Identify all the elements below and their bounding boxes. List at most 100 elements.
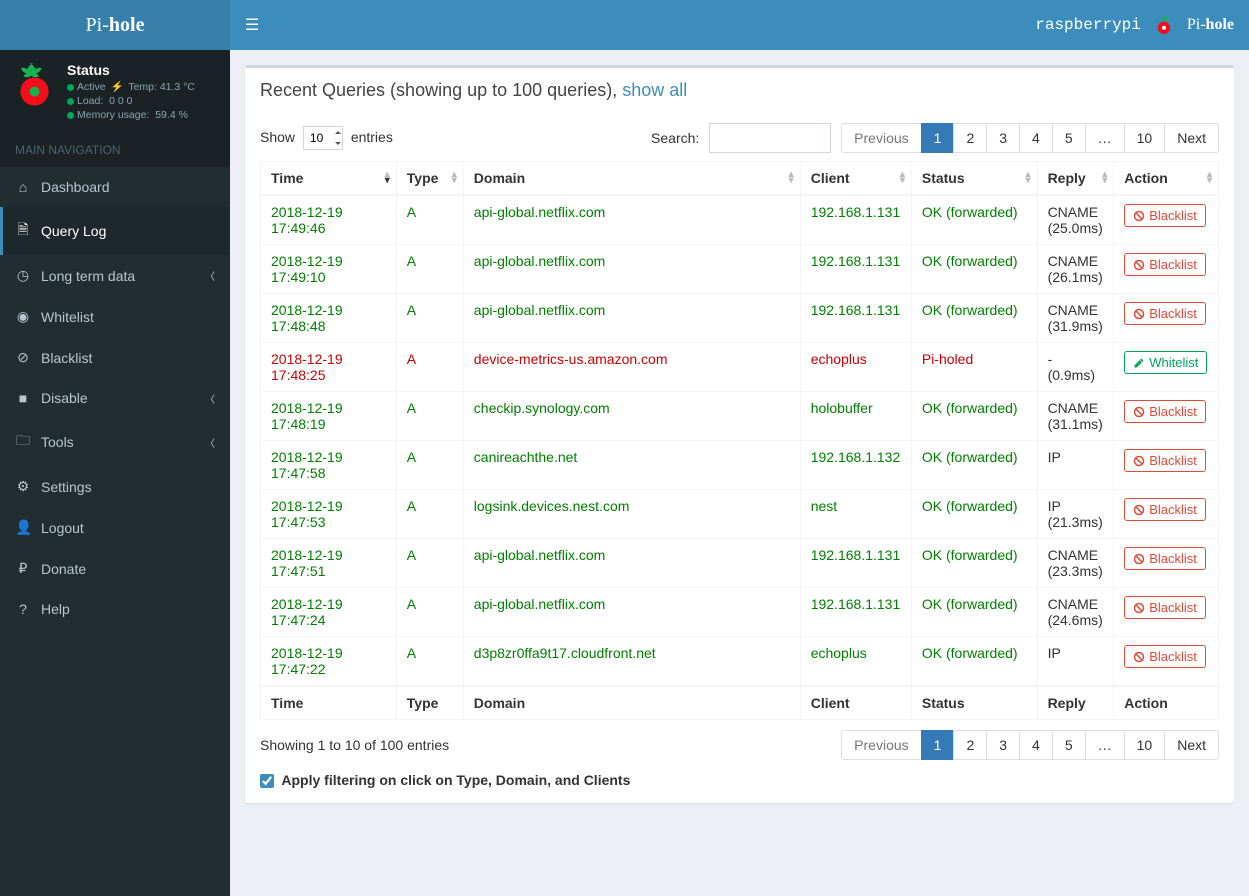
cell-client[interactable]: echoplus [800, 637, 911, 687]
cell-type[interactable]: A [396, 490, 463, 539]
logo[interactable]: Pi-hole [0, 0, 230, 50]
sidebar-item-blacklist[interactable]: ⊘Blacklist [0, 337, 230, 378]
blacklist-button[interactable]: Blacklist [1124, 302, 1206, 325]
blacklist-button[interactable]: Blacklist [1124, 400, 1206, 423]
page-3[interactable]: 3 [986, 730, 1020, 760]
cell-time[interactable]: 2018-12-19 17:47:24 [261, 588, 397, 637]
cell-domain[interactable]: api-global.netflix.com [463, 195, 800, 245]
cell-domain[interactable]: api-global.netflix.com [463, 539, 800, 588]
page-5[interactable]: 5 [1052, 123, 1086, 153]
length-select[interactable]: 10 [303, 126, 343, 150]
col-type[interactable]: Type▴▾ [396, 162, 463, 196]
cell-client[interactable]: holobuffer [800, 392, 911, 441]
sidebar-item-longterm[interactable]: ◷Long term data〈 [0, 255, 230, 296]
cell-time[interactable]: 2018-12-19 17:47:22 [261, 637, 397, 687]
cell-time[interactable]: 2018-12-19 17:49:46 [261, 195, 397, 245]
col-reply[interactable]: Reply▴▾ [1037, 162, 1114, 196]
blacklist-button[interactable]: Blacklist [1124, 645, 1206, 668]
cell-domain[interactable]: api-global.netflix.com [463, 294, 800, 343]
cell-type[interactable]: A [396, 294, 463, 343]
sidebar-item-settings[interactable]: ⚙Settings [0, 466, 230, 507]
sidebar-item-disable[interactable]: ■Disable〈 [0, 378, 230, 418]
page-3[interactable]: 3 [986, 123, 1020, 153]
cell-client[interactable]: 192.168.1.132 [800, 441, 911, 490]
cell-time[interactable]: 2018-12-19 17:48:19 [261, 392, 397, 441]
blacklist-button[interactable]: Blacklist [1124, 547, 1206, 570]
table-row: 2018-12-19 17:49:10Aapi-global.netflix.c… [261, 245, 1219, 294]
page-5[interactable]: 5 [1052, 730, 1086, 760]
blacklist-button[interactable]: Blacklist [1124, 204, 1206, 227]
cell-domain[interactable]: device-metrics-us.amazon.com [463, 343, 800, 392]
cell-time[interactable]: 2018-12-19 17:48:48 [261, 294, 397, 343]
cell-domain[interactable]: api-global.netflix.com [463, 245, 800, 294]
cell-time[interactable]: 2018-12-19 17:49:10 [261, 245, 397, 294]
col-time[interactable]: Time▴▾ [261, 162, 397, 196]
cell-client[interactable]: 192.168.1.131 [800, 245, 911, 294]
sidebar-item-tools[interactable]: 🗀Tools〈 [0, 418, 230, 466]
cell-client[interactable]: 192.168.1.131 [800, 294, 911, 343]
cell-type[interactable]: A [396, 343, 463, 392]
page-2[interactable]: 2 [953, 123, 987, 153]
whitelist-button[interactable]: Whitelist [1124, 351, 1207, 374]
col-action[interactable]: Action▴▾ [1114, 162, 1219, 196]
cell-type[interactable]: A [396, 588, 463, 637]
sidebar-item-querylog[interactable]: 🗎Query Log [0, 207, 230, 255]
sidebar-item-logout[interactable]: 👤Logout [0, 507, 230, 548]
sidebar-item-dashboard[interactable]: ⌂Dashboard [0, 167, 230, 207]
page-next[interactable]: Next [1164, 730, 1219, 760]
apply-filter-row: Apply filtering on click on Type, Domain… [260, 772, 1219, 788]
col-status[interactable]: Status▴▾ [911, 162, 1037, 196]
page-10[interactable]: 10 [1124, 730, 1166, 760]
cell-domain[interactable]: d3p8zr0ffa9t17.cloudfront.net [463, 637, 800, 687]
page-2[interactable]: 2 [953, 730, 987, 760]
col-client[interactable]: Client▴▾ [800, 162, 911, 196]
page-prev[interactable]: Previous [841, 730, 921, 760]
sidebar-item-donate[interactable]: ₽Donate [0, 548, 230, 589]
cell-domain[interactable]: logsink.devices.nest.com [463, 490, 800, 539]
cell-type[interactable]: A [396, 392, 463, 441]
page-4[interactable]: 4 [1019, 730, 1053, 760]
cell-type[interactable]: A [396, 539, 463, 588]
show-all-link[interactable]: show all [622, 80, 687, 100]
nav-header: MAIN NAVIGATION [0, 133, 230, 167]
nav-label: Help [41, 601, 70, 617]
col-domain[interactable]: Domain▴▾ [463, 162, 800, 196]
brand-label[interactable]: Pi-hole [1187, 16, 1234, 34]
page-prev[interactable]: Previous [841, 123, 921, 153]
cell-domain[interactable]: checkip.synology.com [463, 392, 800, 441]
foot-reply: Reply [1037, 686, 1114, 720]
cell-reply: CNAME (31.1ms) [1037, 392, 1114, 441]
cell-type[interactable]: A [396, 441, 463, 490]
sidebar-toggle[interactable]: ☰ [245, 15, 259, 35]
cell-client[interactable]: 192.168.1.131 [800, 539, 911, 588]
search-input[interactable] [709, 123, 831, 153]
cell-domain[interactable]: api-global.netflix.com [463, 588, 800, 637]
nav-label: Long term data [41, 268, 135, 284]
cell-domain[interactable]: canireachthe.net [463, 441, 800, 490]
page-4[interactable]: 4 [1019, 123, 1053, 153]
apply-filter-checkbox[interactable] [260, 774, 274, 788]
cell-time[interactable]: 2018-12-19 17:47:53 [261, 490, 397, 539]
cell-time[interactable]: 2018-12-19 17:47:58 [261, 441, 397, 490]
blacklist-button[interactable]: Blacklist [1124, 498, 1206, 521]
page-10[interactable]: 10 [1124, 123, 1166, 153]
cell-type[interactable]: A [396, 637, 463, 687]
cell-type[interactable]: A [396, 195, 463, 245]
page-1[interactable]: 1 [921, 123, 955, 153]
pihole-logo-icon [12, 62, 57, 107]
page-next[interactable]: Next [1164, 123, 1219, 153]
page-1[interactable]: 1 [921, 730, 955, 760]
cell-client[interactable]: nest [800, 490, 911, 539]
cell-client[interactable]: 192.168.1.131 [800, 588, 911, 637]
cell-time[interactable]: 2018-12-19 17:47:51 [261, 539, 397, 588]
hostname: raspberrypi [1035, 16, 1141, 34]
cell-client[interactable]: echoplus [800, 343, 911, 392]
blacklist-button[interactable]: Blacklist [1124, 253, 1206, 276]
cell-client[interactable]: 192.168.1.131 [800, 195, 911, 245]
cell-time[interactable]: 2018-12-19 17:48:25 [261, 343, 397, 392]
sidebar-item-help[interactable]: ?Help [0, 589, 230, 629]
blacklist-button[interactable]: Blacklist [1124, 596, 1206, 619]
sidebar-item-whitelist[interactable]: ◉Whitelist [0, 296, 230, 337]
cell-type[interactable]: A [396, 245, 463, 294]
blacklist-button[interactable]: Blacklist [1124, 449, 1206, 472]
